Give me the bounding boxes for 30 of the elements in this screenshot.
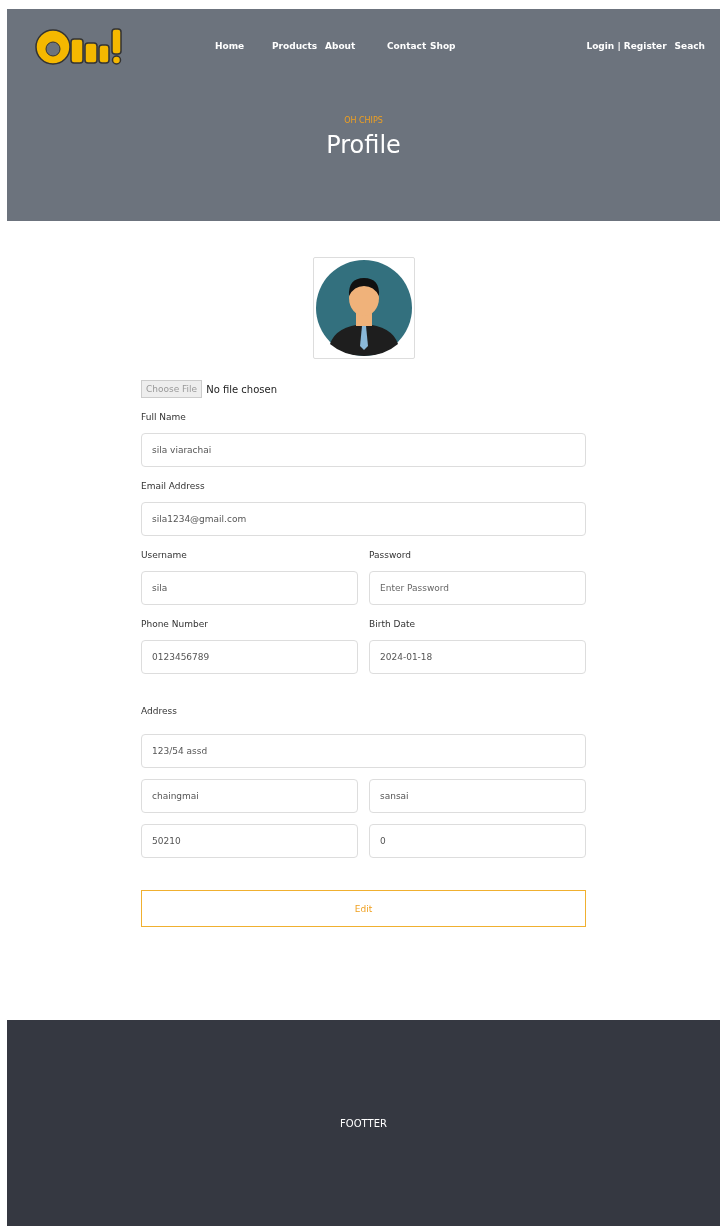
field-label: Birth Date	[369, 619, 416, 629]
address-field[interactable]: 0	[369, 824, 586, 858]
password-field[interactable]: Enter Password	[369, 571, 586, 605]
full-name-field[interactable]: sila viarachai	[141, 433, 586, 467]
address-field[interactable]: sansai	[369, 779, 586, 813]
field-label: Username	[141, 550, 188, 560]
field-label: Email Address	[141, 481, 206, 491]
nav-link[interactable]: Products	[272, 41, 325, 51]
hero-kicker: OH CHIPS	[344, 116, 383, 125]
birth-date-field[interactable]: 2024-01-18	[369, 640, 586, 674]
login-register-link[interactable]: Login | Register	[586, 41, 667, 51]
field-label: Password	[369, 550, 413, 560]
email-field[interactable]: sila1234@gmail.com	[141, 502, 586, 536]
page-title: Profile	[326, 131, 401, 159]
address-field[interactable]: chaingmai	[141, 779, 358, 813]
field-label: Address	[141, 706, 178, 716]
field-label: Full Name	[141, 412, 187, 422]
address-field[interactable]: 50210	[141, 824, 358, 858]
file-status: No file chosen	[206, 383, 277, 395]
address-field[interactable]: 123/54 assd	[141, 734, 586, 768]
nav-link[interactable]: Home	[215, 41, 272, 51]
username-field[interactable]: sila	[141, 571, 358, 605]
phone-field[interactable]: 0123456789	[141, 640, 358, 674]
logo-drawing[interactable]	[33, 25, 125, 67]
nav-link[interactable]: About	[325, 41, 387, 51]
nav-link[interactable]: Shop	[430, 41, 460, 51]
footer-text: FOOTTER	[340, 1117, 387, 1129]
nav-link[interactable]: Contact	[387, 41, 430, 51]
search-link[interactable]: Seach	[674, 41, 705, 51]
field-label: Phone Number	[141, 619, 209, 629]
